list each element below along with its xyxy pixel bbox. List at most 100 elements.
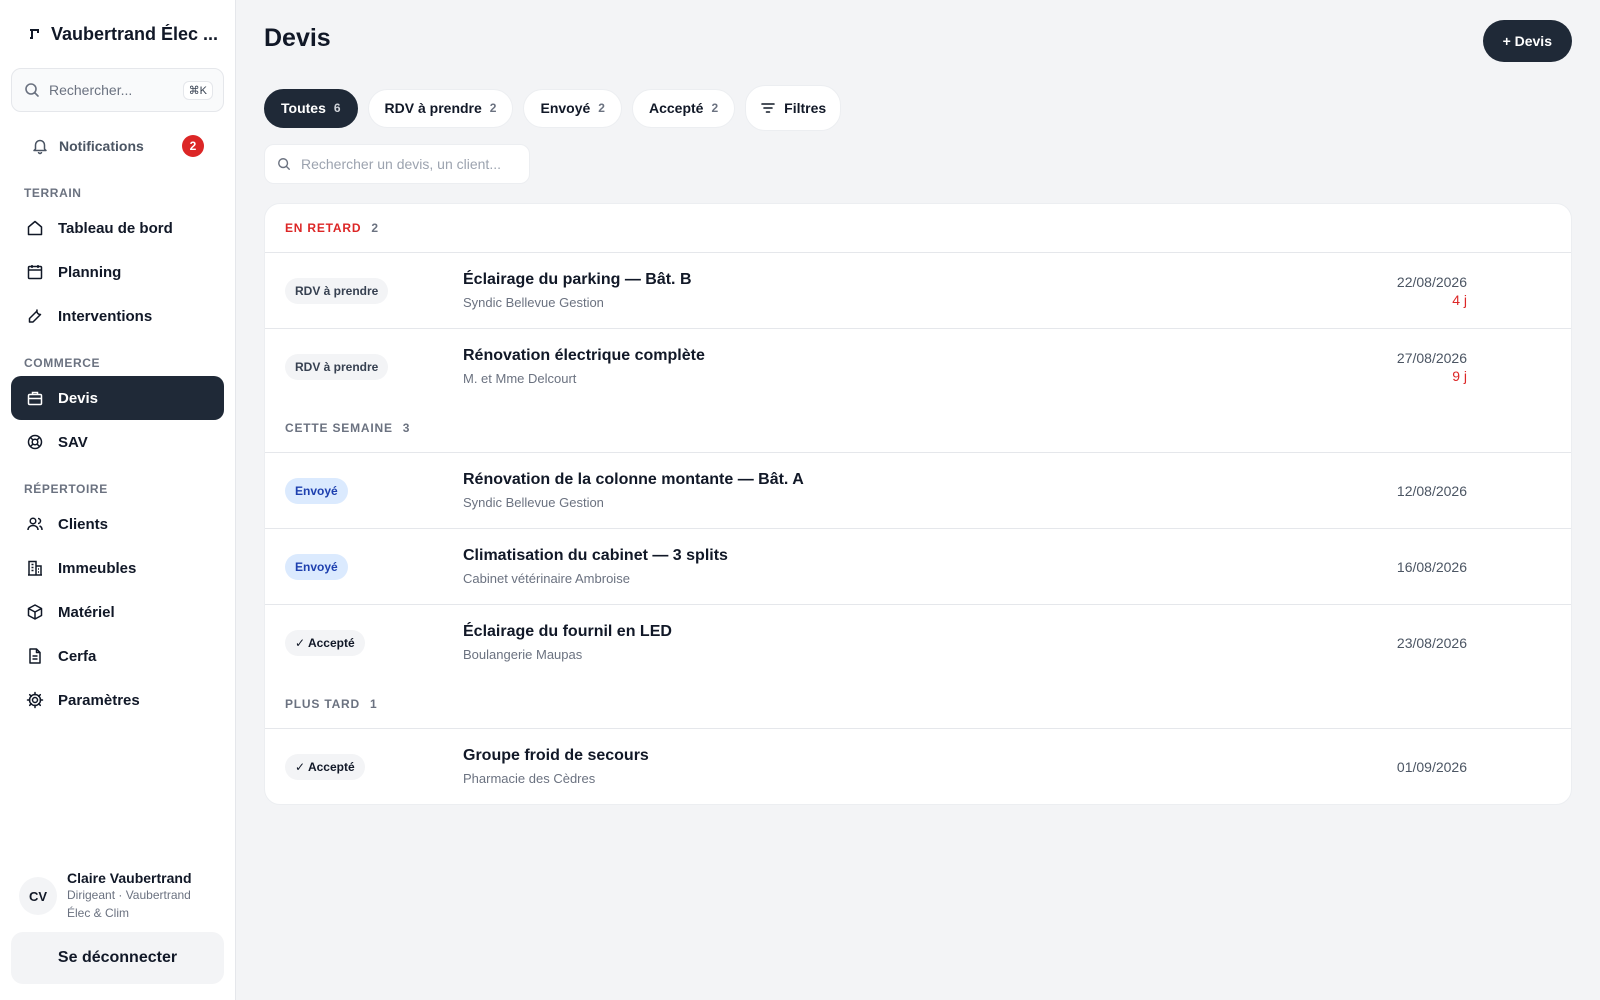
page-title: Devis [264, 24, 331, 52]
devis-title: Climatisation du cabinet — 3 splits [463, 547, 728, 564]
sidebar-item-planning[interactable]: Planning [11, 250, 224, 294]
group-count: 1 [369, 697, 378, 711]
tab-count: 2 [711, 101, 719, 115]
sidebar-item-materiel[interactable]: Matériel [11, 590, 224, 634]
table-row[interactable]: ✓ Accepté Groupe froid de secours Pharma… [265, 728, 1571, 804]
devis-date: 27/08/2026 [1396, 349, 1467, 366]
status-badge: Envoyé [285, 477, 348, 504]
filter-tabs: Toutes 6 RDV à prendre 2 Envoyé 2 Accept… [264, 85, 842, 131]
tab-count: 2 [489, 101, 497, 115]
tab-count: 2 [598, 101, 605, 115]
tab-label: Envoyé [540, 100, 591, 116]
user-name: Claire Vaubertrand [67, 870, 192, 886]
box-icon [27, 604, 43, 620]
sidebar-item-label: Matériel [58, 603, 115, 621]
table-row[interactable]: RDV à prendre Rénovation électrique comp… [265, 328, 1571, 404]
devis-client: M. et Mme Delcourt [463, 371, 577, 386]
notifications-item[interactable]: Notifications 2 [11, 124, 224, 168]
gear-icon [26, 691, 44, 709]
sidebar-item-parametres[interactable]: Paramètres [11, 678, 224, 722]
table-row[interactable]: Envoyé Climatisation du cabinet — 3 spli… [265, 528, 1571, 604]
main-content: Devis + Devis Toutes 6 RDV à prendre 2 E… [236, 0, 1600, 1000]
status-badge: RDV à prendre [285, 353, 389, 380]
sidebar-item-cerfa[interactable]: Cerfa [11, 634, 224, 678]
building-icon [28, 560, 42, 576]
group-count: 2 [371, 221, 379, 235]
logout-button[interactable]: Se déconnecter [11, 932, 224, 984]
shortcut-badge: ⌘K [182, 80, 213, 100]
devis-date: 22/08/2026 [1396, 273, 1467, 290]
devis-date: 12/08/2026 [1396, 482, 1467, 499]
devis-client: Syndic Bellevue Gestion [463, 495, 604, 510]
section-title-terrain: TERRAIN [24, 186, 82, 200]
sidebar-item-sav[interactable]: SAV [11, 420, 224, 464]
late-days: 4 j [1452, 291, 1467, 308]
devis-date: 23/08/2026 [1396, 634, 1467, 651]
sidebar-item-label: Tableau de bord [58, 219, 173, 237]
filters-button[interactable]: Filtres [745, 85, 842, 131]
section-title-repertoire: RÉPERTOIRE [24, 482, 108, 496]
home-icon [27, 220, 43, 236]
table-row[interactable]: ✓ Accepté Éclairage du fournil en LED Bo… [265, 604, 1571, 680]
sidebar-item-label: Clients [58, 515, 109, 533]
tab-count: 6 [333, 101, 341, 115]
tab-label: RDV à prendre [384, 100, 482, 116]
group-title: EN RETARD [285, 221, 362, 235]
document-icon [29, 648, 41, 664]
search-icon [278, 158, 290, 170]
sidebar-item-label: Immeubles [58, 559, 137, 577]
sidebar-item-devis[interactable]: Devis [11, 376, 224, 420]
status-badge: ✓ Accepté [285, 629, 365, 656]
notifications-label: Notifications [59, 138, 144, 154]
group-header-en-retard: EN RETARD 2 [265, 204, 1571, 252]
devis-title: Éclairage du parking — Bât. B [463, 271, 692, 288]
sidebar-item-clients[interactable]: Clients [11, 502, 224, 546]
tab-label: Accepté [648, 100, 704, 116]
devis-search-placeholder: Rechercher un devis, un client... [301, 156, 501, 172]
sidebar-item-label: Paramètres [58, 691, 140, 709]
devis-title: Éclairage du fournil en LED [463, 623, 672, 640]
devis-title: Rénovation électrique complète [463, 347, 705, 364]
devis-client: Cabinet vétérinaire Ambroise [463, 571, 630, 586]
search-icon [25, 83, 39, 97]
status-badge: ✓ Accepté [285, 753, 365, 780]
status-badge: Envoyé [285, 553, 348, 580]
tab-envoye[interactable]: Envoyé 2 [523, 88, 622, 128]
brand[interactable]: Vaubertrand Élec ... [11, 0, 224, 68]
section-title-commerce: COMMERCE [24, 356, 101, 370]
sidebar-item-label: Cerfa [58, 647, 97, 665]
filter-icon [761, 103, 775, 113]
devis-client: Pharmacie des Cèdres [463, 771, 596, 786]
calendar-icon [27, 265, 43, 280]
briefcase-icon [27, 391, 43, 406]
logo-icon [30, 29, 39, 39]
tab-toutes[interactable]: Toutes 6 [264, 88, 358, 128]
devis-date: 16/08/2026 [1396, 558, 1467, 575]
sidebar-search[interactable]: Rechercher... ⌘K [11, 68, 224, 112]
users-icon [27, 517, 43, 531]
group-header-plus-tard: PLUS TARD 1 [265, 680, 1571, 728]
sidebar-item-label: Interventions [58, 307, 153, 325]
lifebuoy-icon [27, 434, 43, 450]
bell-icon [33, 139, 47, 155]
devis-search-input[interactable]: Rechercher un devis, un client... [264, 144, 530, 184]
table-row[interactable]: RDV à prendre Éclairage du parking — Bât… [265, 252, 1571, 328]
status-badge: RDV à prendre [285, 277, 389, 304]
tab-rdv-a-prendre[interactable]: RDV à prendre 2 [367, 88, 514, 128]
brand-name: Vaubertrand Élec ... [51, 23, 219, 44]
search-placeholder: Rechercher... [49, 82, 133, 98]
notifications-count-badge: 2 [182, 135, 204, 157]
sidebar-item-interventions[interactable]: Interventions [11, 294, 224, 338]
sidebar: Vaubertrand Élec ... Rechercher... ⌘K No… [0, 0, 236, 1000]
tab-accepte[interactable]: Accepté 2 [631, 88, 736, 128]
tab-label: Toutes [281, 100, 326, 116]
sidebar-item-immeubles[interactable]: Immeubles [11, 546, 224, 590]
table-row[interactable]: Envoyé Rénovation de la colonne montante… [265, 452, 1571, 528]
devis-client: Boulangerie Maupas [463, 647, 583, 662]
user-role: Dirigeant · Vaubertrand Élec & Clim [67, 888, 191, 920]
group-header-cette-semaine: CETTE SEMAINE 3 [265, 404, 1571, 452]
sidebar-item-dashboard[interactable]: Tableau de bord [11, 206, 224, 250]
add-devis-button[interactable]: + Devis [1482, 20, 1572, 62]
user-profile[interactable]: CV Claire Vaubertrand Dirigeant · Vauber… [11, 870, 224, 922]
sidebar-item-label: Devis [58, 389, 99, 407]
